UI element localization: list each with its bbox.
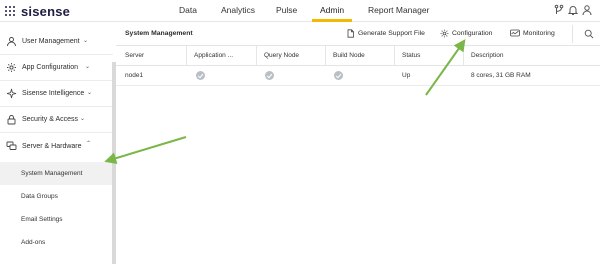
chevron-down-icon: ⌄ [80,116,86,122]
table-header: Server Application ... Query Node Build … [116,46,600,66]
cell-server: node1 [125,72,144,79]
main-header: System Management Generate Support File … [116,22,600,46]
column-header-build-node[interactable]: Build Node [333,52,365,59]
top-bar: sisense Data Analytics Pulse Admin Repor… [0,0,600,22]
lock-icon [7,115,16,125]
sidebar-item-server-hardware[interactable]: Server & Hardware ⌃ [0,133,113,159]
header-divider [572,25,573,43]
check-circle-icon [334,71,343,80]
check-circle-icon [196,71,205,80]
column-header-application[interactable]: Application ... [194,52,233,59]
sidebar-item-label: App Configuration [22,64,79,71]
nav-item-report-manager[interactable]: Report Manager [368,5,429,15]
nav-item-data[interactable]: Data [179,5,197,15]
configuration-button[interactable]: Configuration [440,29,492,38]
sisense-logo[interactable]: sisense [4,3,70,19]
column-header-server[interactable]: Server [125,52,144,59]
column-header-description[interactable]: Description [471,52,504,59]
cell-description: 8 cores, 31 GB RAM [471,72,531,79]
bell-icon[interactable] [567,4,579,16]
generate-support-file-button[interactable]: Generate Support File [346,29,425,38]
column-header-status[interactable]: Status [402,52,420,59]
user-icon [7,37,16,47]
column-divider [325,46,326,66]
table-row[interactable]: node1 Up 8 cores, 31 GB RAM [116,66,600,86]
sidebar-item-label: Server & Hardware [22,142,82,150]
nav-item-pulse[interactable]: Pulse [276,5,297,15]
sidebar-subitem-data-groups[interactable]: Data Groups [0,185,113,208]
chevron-down-icon: ⌄ [83,38,89,44]
sidebar-subitem-email-settings[interactable]: Email Settings [0,208,113,231]
sparkle-icon [6,88,17,99]
column-divider [256,46,257,66]
chevron-up-icon: ⌃ [86,141,92,147]
column-divider [186,46,187,66]
monitoring-icon [510,29,520,37]
monitoring-label: Monitoring [523,30,555,37]
logo-mark-icon [4,5,17,18]
sidebar: User Management ⌄ App Configuration ⌄ Si… [0,22,113,264]
logo-text: sisense [21,3,71,19]
sidebar-item-app-configuration[interactable]: App Configuration ⌄ [0,55,113,81]
sidebar-item-label: User Management [22,38,80,45]
nav-item-admin[interactable]: Admin [320,5,344,15]
gear-icon [7,63,16,72]
sidebar-subitem-system-management[interactable]: System Management [0,162,113,185]
column-header-query-node[interactable]: Query Node [264,52,299,59]
monitoring-button[interactable]: Monitoring [510,29,555,38]
document-icon [347,29,354,38]
gear-icon [440,29,449,38]
sidebar-item-security-access[interactable]: Security & Access ⌄ [0,107,113,133]
server-icon [6,141,17,150]
sidebar-item-label: Security & Access [22,116,79,123]
sidebar-item-user-management[interactable]: User Management ⌄ [0,29,113,55]
column-divider [394,46,395,66]
chevron-down-icon: ⌄ [85,64,91,70]
search-icon[interactable] [584,29,594,39]
nav-item-analytics[interactable]: Analytics [221,5,255,15]
main-panel: System Management Generate Support File … [116,22,600,264]
configuration-label: Configuration [452,30,493,37]
branch-icon[interactable] [553,4,565,16]
sidebar-item-sisense-intelligence[interactable]: Sisense Intelligence ⌄ [0,81,113,107]
cell-status: Up [402,72,411,79]
user-icon[interactable] [581,4,593,16]
sidebar-item-label: Sisense Intelligence [22,90,85,97]
sidebar-subitem-add-ons[interactable]: Add-ons [0,231,113,254]
check-circle-icon [265,71,274,80]
column-divider [463,46,464,66]
generate-support-file-label: Generate Support File [358,30,425,37]
chevron-down-icon: ⌄ [87,90,93,96]
page-title: System Management [125,30,193,37]
